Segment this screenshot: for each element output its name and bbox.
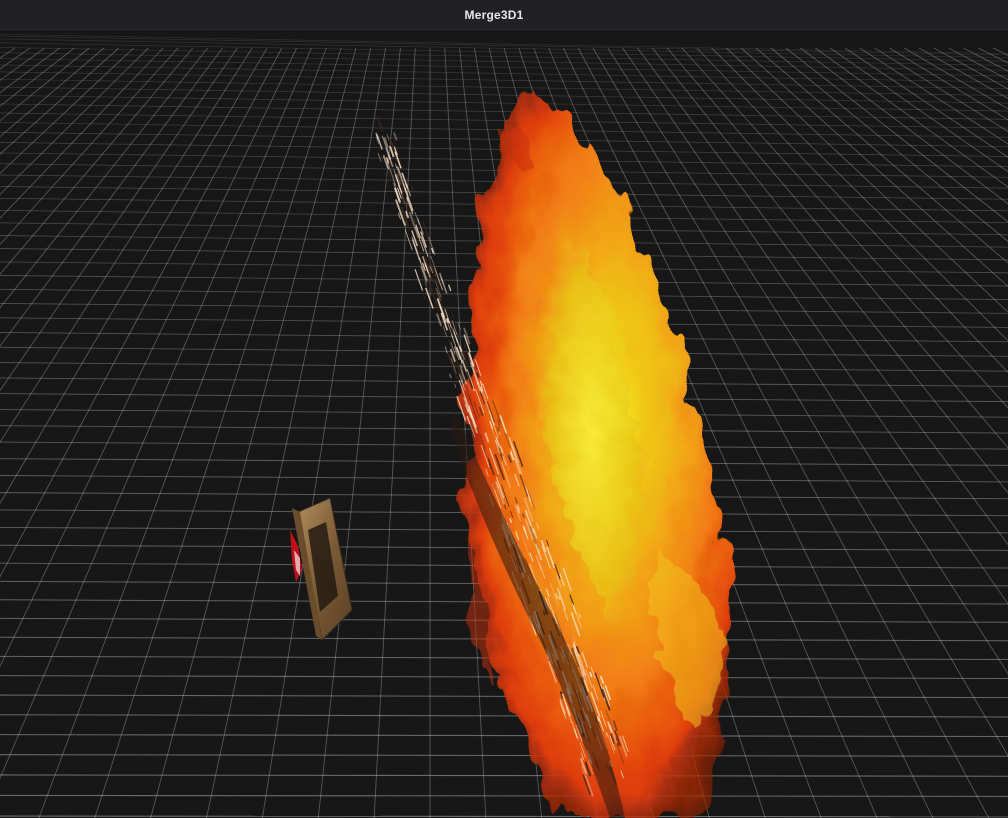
viewer-3d[interactable]: Merge3D1 — [0, 0, 1008, 818]
viewer-title: Merge3D1 — [464, 7, 524, 22]
wooden-frame[interactable] — [290, 497, 353, 642]
fire-plane[interactable] — [463, 90, 735, 818]
scene-canvas[interactable] — [0, 30, 1008, 818]
scene-viewport[interactable] — [0, 30, 1008, 818]
viewer-title-bar: Merge3D1 — [0, 0, 1008, 30]
